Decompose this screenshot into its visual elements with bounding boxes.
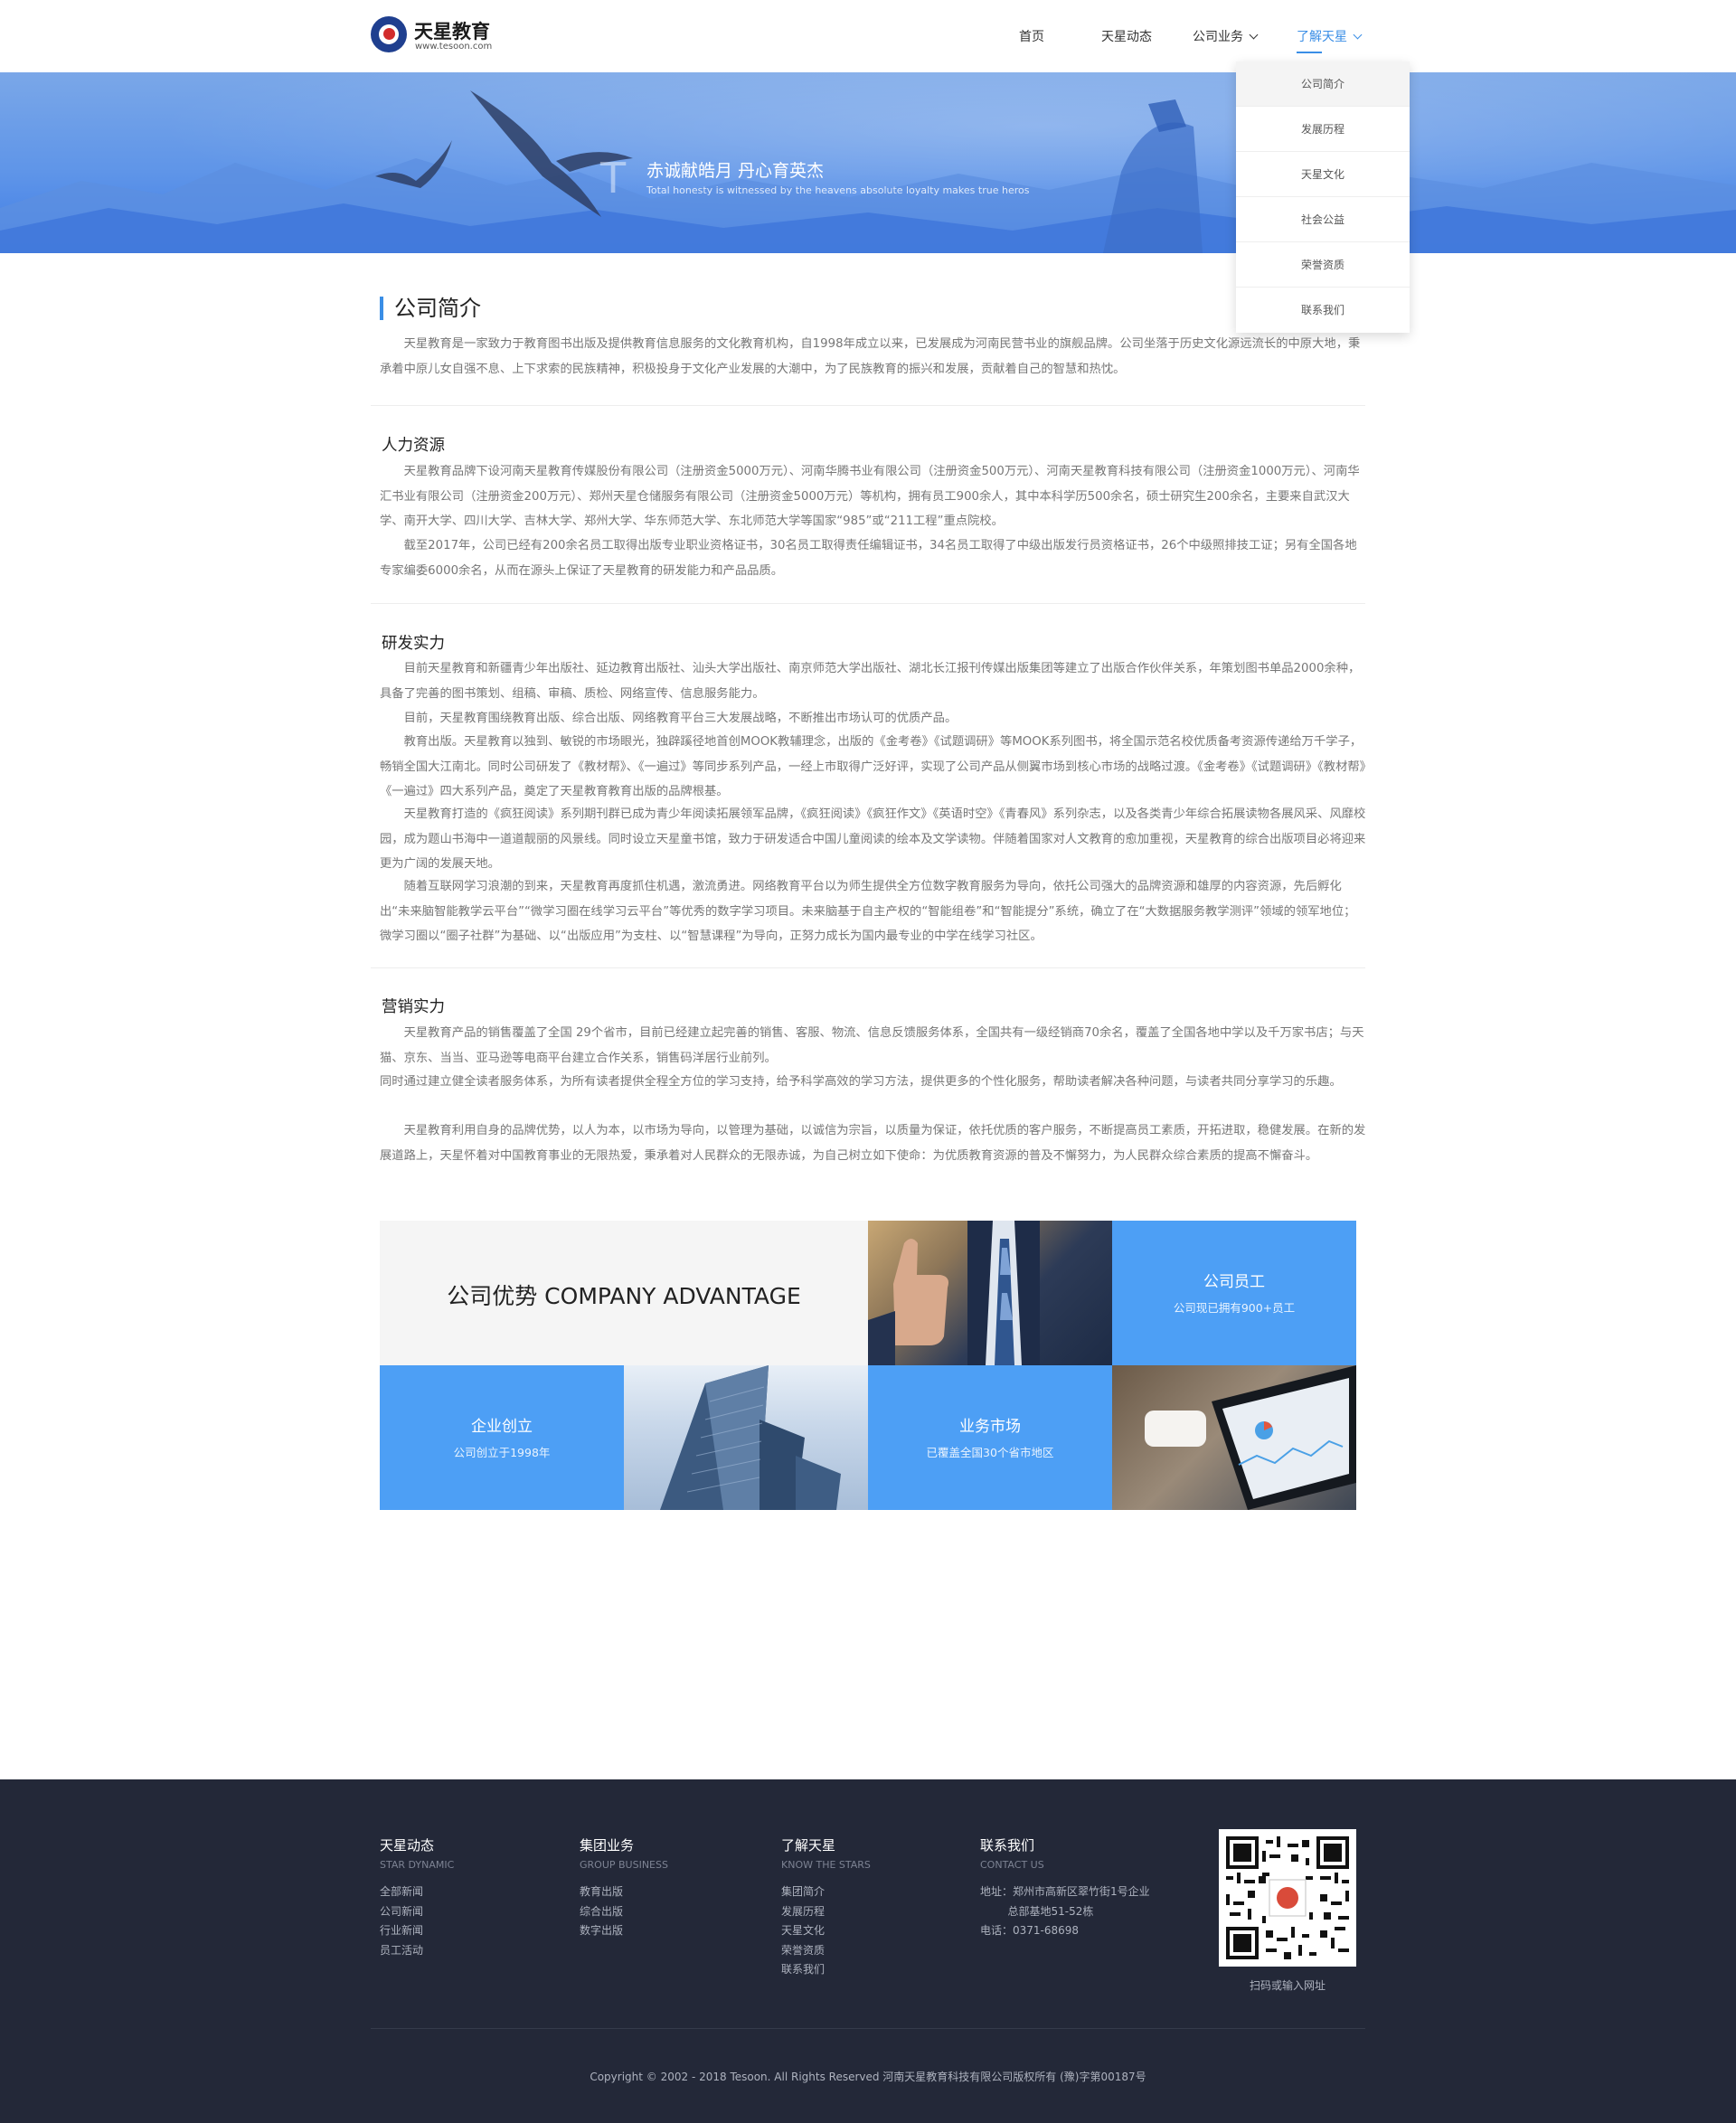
hr-paragraph-2: 截至2017年，公司已经有200余名员工取得出版专业职业资格证书，30名员工取得… bbox=[380, 539, 1357, 578]
section-title-rd: 研发实力 bbox=[382, 635, 445, 653]
nav-about[interactable]: 了解天星 bbox=[1297, 27, 1363, 45]
tile-market-sub: 已覆盖全国30个省市地区 bbox=[926, 1446, 1054, 1459]
chevron-down-icon bbox=[1353, 30, 1363, 40]
nav-about-label: 了解天星 bbox=[1297, 30, 1347, 44]
banner-letter: T bbox=[600, 154, 627, 203]
footer-col-subtitle: KNOW THE STARS bbox=[781, 1859, 871, 1871]
section-title-hr: 人力资源 bbox=[382, 437, 445, 455]
building-photo bbox=[624, 1365, 868, 1510]
nav-news[interactable]: 天星动态 bbox=[1101, 27, 1152, 45]
tile-market[interactable]: 业务市场 已覆盖全国30个省市地区 bbox=[868, 1365, 1112, 1510]
tile-market-title: 业务市场 bbox=[959, 1418, 1021, 1436]
footer-col-subtitle: STAR DYNAMIC bbox=[380, 1859, 455, 1871]
footer-phone: 电话：0371-68698 bbox=[980, 1924, 1080, 1937]
logo-emblem-icon bbox=[371, 16, 407, 52]
footer-col-title: 联系我们 bbox=[980, 1837, 1035, 1854]
footer-link[interactable]: 数字出版 bbox=[580, 1921, 668, 1941]
marketing-paragraph-3: 天星教育利用自身的品牌优势，以人为本，以市场为导向，以管理为基础，以诚信为宗旨，… bbox=[380, 1124, 1366, 1163]
footer-col-title: 天星动态 bbox=[380, 1837, 435, 1854]
dropdown-item-intro[interactable]: 公司简介 bbox=[1236, 61, 1410, 107]
footer-link[interactable]: 员工活动 bbox=[380, 1941, 454, 1961]
qr-code bbox=[1219, 1829, 1356, 1967]
rd-paragraph-4: 天星教育打造的《疯狂阅读》系列期刊群已成为青少年阅读拓展领军品牌，《疯狂阅读》《… bbox=[380, 807, 1366, 871]
nav-active-underline bbox=[1297, 52, 1322, 53]
rd-paragraph-1: 目前天星教育和新疆青少年出版社、延边教育出版社、汕头大学出版社、南京师范大学出版… bbox=[380, 662, 1361, 701]
footer-divider bbox=[371, 2028, 1365, 2029]
dropdown-item-contact[interactable]: 联系我们 bbox=[1236, 288, 1410, 333]
section-divider bbox=[371, 405, 1365, 406]
page: 天星教育 www.tesoon.com 首页 天星动态 公司业务 了解天星 公司… bbox=[0, 0, 1736, 2123]
footer-link[interactable]: 天星文化 bbox=[781, 1921, 871, 1941]
dropdown-item-history[interactable]: 发展历程 bbox=[1236, 107, 1410, 152]
marketing-paragraph-2: 同时通过建立健全读者服务体系，为所有读者提供全程全方位的学习支持，给予科学高效的… bbox=[380, 1075, 1342, 1089]
nav-news-label: 天星动态 bbox=[1101, 30, 1152, 44]
dropdown-item-honors[interactable]: 荣誉资质 bbox=[1236, 242, 1410, 288]
footer-link[interactable]: 集团简介 bbox=[781, 1882, 871, 1902]
nav-home-label: 首页 bbox=[1019, 30, 1044, 44]
footer-link[interactable]: 行业新闻 bbox=[380, 1921, 454, 1941]
tablet-photo bbox=[1112, 1365, 1356, 1510]
rd-paragraph-2: 目前，天星教育围绕教育出版、综合出版、网络教育平台三大发展战略，不断推出市场认可… bbox=[403, 712, 958, 725]
tile-founded-title: 企业创立 bbox=[471, 1418, 533, 1436]
qr-caption: 扫码或输入网址 bbox=[1249, 1979, 1326, 1992]
nav-home[interactable]: 首页 bbox=[1019, 27, 1044, 45]
brand-url: www.tesoon.com bbox=[415, 42, 493, 52]
tile-founded-sub: 公司创立于1998年 bbox=[453, 1446, 551, 1459]
nav-business-label: 公司业务 bbox=[1193, 30, 1243, 44]
footer-column-dynamic: 天星动态 STAR DYNAMIC 全部新闻 公司新闻 行业新闻 员工活动 bbox=[380, 1835, 454, 1960]
footer-column-business: 集团业务 GROUP BUSINESS 教育出版 综合出版 数字出版 bbox=[580, 1835, 668, 1941]
footer-link[interactable]: 发展历程 bbox=[781, 1902, 871, 1922]
footer-column-contact: 联系我们 CONTACT US 地址：郑州市高新区翠竹街1号企业 总部基地51-… bbox=[980, 1835, 1150, 1941]
advantage-title: 公司优势 COMPANY ADVANTAGE bbox=[447, 1283, 801, 1309]
section-divider bbox=[371, 967, 1365, 968]
tile-founded[interactable]: 企业创立 公司创立于1998年 bbox=[380, 1365, 624, 1510]
banner-title: 赤诚献皓月 丹心育英杰 bbox=[646, 161, 825, 181]
advantage-grid: 公司优势 COMPANY ADVANTAGE 公司员工 公司现已拥有900+员工… bbox=[380, 1221, 1356, 1510]
footer-link[interactable]: 全部新闻 bbox=[380, 1882, 454, 1902]
dropdown-item-charity[interactable]: 社会公益 bbox=[1236, 197, 1410, 242]
section-title-intro: 公司简介 bbox=[380, 297, 481, 320]
brand-name: 天星教育 bbox=[414, 21, 490, 42]
rd-paragraph-5: 随着互联网学习浪潮的到来，天星教育再度抓住机遇，激流勇进。网络教育平台以为师生提… bbox=[380, 880, 1356, 943]
tile-employees-sub: 公司现已拥有900+员工 bbox=[1173, 1301, 1296, 1315]
dropdown-item-culture[interactable]: 天星文化 bbox=[1236, 152, 1410, 197]
section-title-marketing: 营销实力 bbox=[382, 998, 445, 1016]
logo[interactable]: 天星教育 www.tesoon.com bbox=[371, 14, 497, 54]
thumbs-up-photo bbox=[868, 1221, 1112, 1365]
footer-link[interactable]: 教育出版 bbox=[580, 1882, 668, 1902]
nav-business[interactable]: 公司业务 bbox=[1193, 27, 1259, 45]
qr-code-icon bbox=[1226, 1836, 1349, 1959]
footer-link[interactable]: 联系我们 bbox=[781, 1960, 871, 1980]
building-illustration bbox=[660, 1365, 841, 1510]
footer-link[interactable]: 综合出版 bbox=[580, 1902, 668, 1922]
section-divider bbox=[371, 603, 1365, 604]
tile-employees-title: 公司员工 bbox=[1203, 1273, 1265, 1291]
footer-col-subtitle: GROUP BUSINESS bbox=[580, 1859, 668, 1871]
copyright: Copyright © 2002 - 2018 Tesoon. All Righ… bbox=[590, 2071, 1146, 2083]
hero-banner: T 赤诚献皓月 丹心育英杰 Total honesty is witnessed… bbox=[0, 72, 1736, 253]
tablet-illustration bbox=[1145, 1365, 1356, 1510]
rd-paragraph-3: 教育出版。天星教育以独到、敏锐的市场眼光，独辟蹊径地首创MOOK教辅理念，出版的… bbox=[380, 735, 1366, 798]
footer-col-title: 集团业务 bbox=[580, 1837, 635, 1854]
intro-paragraph: 天星教育是一家致力于教育图书出版及提供教育信息服务的文化教育机构，自1998年成… bbox=[380, 337, 1361, 376]
chevron-down-icon bbox=[1249, 30, 1259, 40]
footer-address: 地址：郑州市高新区翠竹街1号企业 bbox=[980, 1885, 1150, 1898]
hr-paragraph-1: 天星教育品牌下设河南天星教育传媒股份有限公司（注册资金5000万元）、河南华腾书… bbox=[380, 465, 1360, 528]
advantage-heading-box: 公司优势 COMPANY ADVANTAGE bbox=[380, 1221, 868, 1365]
footer-col-subtitle: CONTACT US bbox=[980, 1859, 1044, 1871]
footer-link[interactable]: 荣誉资质 bbox=[781, 1941, 871, 1961]
banner-subtitle: Total honesty is witnessed by the heaven… bbox=[646, 184, 1030, 196]
site-footer: 天星动态 STAR DYNAMIC 全部新闻 公司新闻 行业新闻 员工活动 集团… bbox=[0, 1779, 1736, 2123]
about-dropdown-menu: 公司简介 发展历程 天星文化 社会公益 荣誉资质 联系我们 bbox=[1236, 61, 1410, 333]
tile-employees[interactable]: 公司员工 公司现已拥有900+员工 bbox=[1112, 1221, 1356, 1365]
site-header: 天星教育 www.tesoon.com 首页 天星动态 公司业务 了解天星 bbox=[0, 0, 1736, 72]
banner-mountains bbox=[0, 90, 1736, 253]
footer-address-line2: 总部基地51-52栋 bbox=[980, 1904, 1094, 1918]
marketing-paragraph-1: 天星教育产品的销售覆盖了全国 29个省市，目前已经建立起完善的销售、客服、物流、… bbox=[380, 1026, 1364, 1065]
footer-link[interactable]: 公司新闻 bbox=[380, 1902, 454, 1922]
footer-column-about: 了解天星 KNOW THE STARS 集团简介 发展历程 天星文化 荣誉资质 … bbox=[781, 1835, 871, 1980]
footer-col-title: 了解天星 bbox=[781, 1837, 836, 1854]
thumbs-up-illustration bbox=[868, 1221, 1040, 1365]
